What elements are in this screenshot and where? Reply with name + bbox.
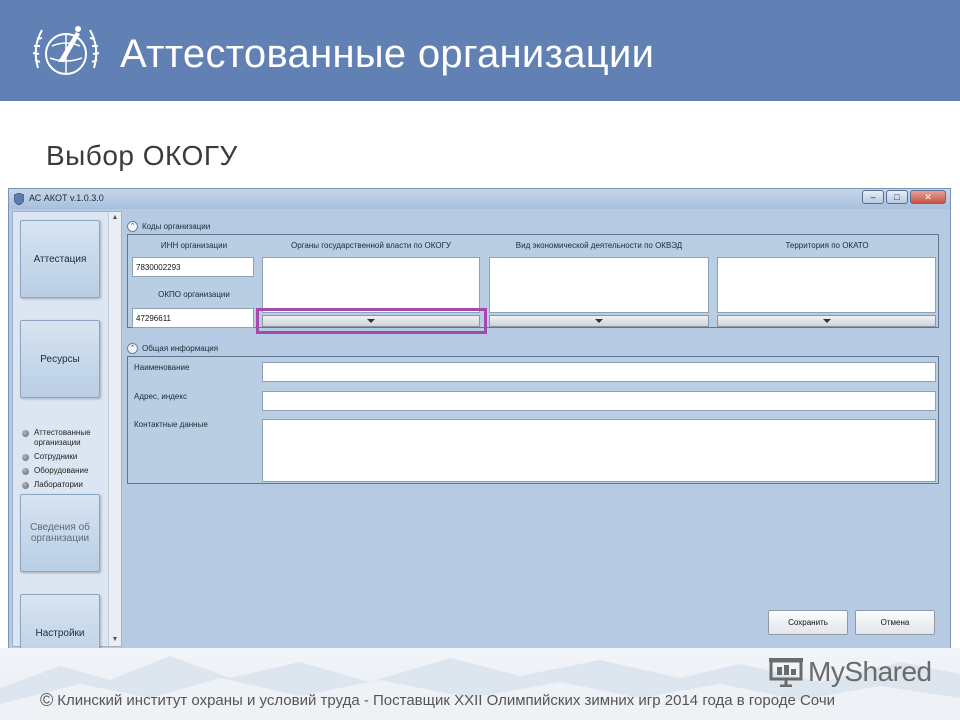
save-button[interactable]: Сохранить: [768, 610, 848, 635]
submenu-item-label: Лаборатории: [34, 480, 83, 489]
nav-tile-label: Настройки: [35, 627, 85, 639]
nav-tile-attestation[interactable]: Аттестация: [20, 220, 100, 298]
okpo-label: ОКПО организации: [158, 290, 230, 299]
contacts-label: Контактные данные: [134, 420, 208, 429]
submenu-item-label: Оборудование: [34, 466, 89, 475]
okogu-list[interactable]: [262, 257, 480, 313]
okpo-field[interactable]: 47296611: [132, 308, 254, 328]
minimize-button[interactable]: –: [862, 190, 884, 204]
cancel-button[interactable]: Отмена: [855, 610, 935, 635]
codes-section-header[interactable]: ⌃ Коды организации: [127, 221, 210, 232]
nav-tile-label: Аттестация: [33, 253, 87, 265]
chevron-down-icon: [595, 319, 603, 323]
maximize-button[interactable]: □: [886, 190, 908, 204]
resources-submenu: Аттестованные организации Сотрудники Обо…: [22, 428, 118, 494]
nav-tile-resources[interactable]: Ресурсы: [20, 320, 100, 398]
submenu-item-laboratories[interactable]: Лаборатории: [22, 480, 118, 490]
window-titlebar[interactable]: АС АКОТ v.1.0.3.0 – □ ✕: [9, 189, 950, 209]
scroll-down-icon[interactable]: ▼: [109, 634, 121, 646]
chevron-down-icon: [822, 319, 831, 323]
codes-group: ИНН организации 7830002293 ОКПО организа…: [127, 234, 939, 328]
okved-list[interactable]: [489, 257, 709, 313]
okogu-label: Органы государственной власти по ОКОГУ: [291, 241, 451, 250]
okved-label: Вид экономической деятельности по ОКВЭД: [515, 241, 683, 250]
app-window: АС АКОТ v.1.0.3.0 – □ ✕ Аттестация Ресур…: [8, 188, 951, 672]
bullet-icon: [22, 454, 29, 461]
presentation-board-icon: [769, 658, 803, 687]
maximize-icon: □: [894, 192, 900, 202]
section-title: Общая информация: [142, 344, 219, 353]
shield-icon: [14, 193, 24, 205]
close-button[interactable]: ✕: [910, 190, 946, 204]
watermark-text: MyShared: [808, 656, 932, 687]
submenu-item-label: Сотрудники: [34, 452, 78, 461]
section-title: Коды организации: [142, 222, 211, 231]
bullet-icon: [22, 468, 29, 475]
general-section-header[interactable]: ⌃ Общая информация: [127, 343, 218, 354]
inn-label: ИНН организации: [160, 241, 228, 250]
nav-tile-org-info[interactable]: Сведения об организации: [20, 494, 100, 572]
okato-label: Территория по ОКАТО: [785, 241, 869, 250]
slide-header: Аттестованные организации: [0, 0, 960, 101]
slide-subtitle: Выбор ОКОГУ: [46, 140, 238, 171]
okved-dropdown[interactable]: [489, 315, 709, 327]
contacts-field[interactable]: [262, 419, 936, 482]
bullet-icon: [22, 482, 29, 489]
nav-tile-label: Сведения об организации: [30, 522, 90, 544]
address-label: Адрес, индекс: [134, 392, 187, 401]
slide-footer: © Клинский институт охраны и условий труд…: [40, 690, 835, 711]
submenu-item-employees[interactable]: Сотрудники: [22, 452, 118, 462]
collapse-icon[interactable]: ⌃: [127, 221, 138, 232]
name-label: Наименование: [134, 363, 190, 372]
submenu-item-label: Аттестованные организации: [34, 428, 91, 447]
bullet-icon: [22, 430, 29, 437]
address-field[interactable]: [262, 391, 936, 411]
window-title: АС АКОТ v.1.0.3.0: [29, 193, 104, 203]
okato-list[interactable]: [717, 257, 936, 313]
inn-field[interactable]: 7830002293: [132, 257, 254, 277]
submenu-item-certified-orgs[interactable]: Аттестованные организации: [22, 428, 118, 448]
close-icon: ✕: [924, 191, 932, 202]
minimize-icon: –: [870, 192, 876, 202]
submenu-item-equipment[interactable]: Оборудование: [22, 466, 118, 476]
scroll-up-icon[interactable]: ▲: [109, 212, 121, 224]
logo-icon: [32, 26, 100, 75]
general-group: Наименование Адрес, индекс Контактные да…: [127, 356, 939, 484]
collapse-icon[interactable]: ⌃: [127, 343, 138, 354]
footer-text: Клинский институт охраны и условий труда…: [57, 692, 836, 709]
slide-title: Аттестованные организации: [120, 32, 655, 76]
name-field[interactable]: [262, 362, 936, 382]
nav-scrollbar[interactable]: ▲ ▼: [108, 212, 121, 646]
myshared-watermark: MyShared: [768, 655, 932, 689]
copyright-icon: ©: [40, 690, 54, 710]
okato-dropdown[interactable]: [717, 315, 936, 327]
okogu-highlight-frame: [256, 308, 487, 334]
left-nav-panel: Аттестация Ресурсы Аттестованные организ…: [12, 211, 122, 672]
nav-tile-label: Ресурсы: [40, 353, 80, 365]
